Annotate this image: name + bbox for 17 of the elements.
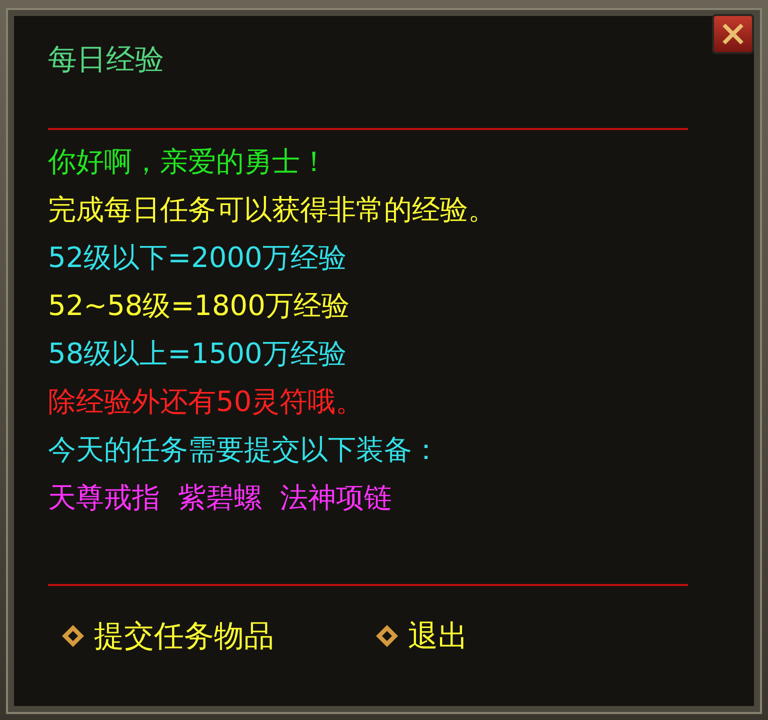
diamond-icon: [374, 623, 400, 649]
message-line: 完成每日任务可以获得非常的经验。: [48, 192, 497, 228]
equipment-name: 紫碧螺: [178, 480, 262, 516]
close-icon: [721, 22, 745, 46]
window-title: 每日经验: [48, 42, 164, 76]
close-button[interactable]: [712, 14, 754, 54]
option-link[interactable]: 退出: [374, 616, 688, 656]
message-line: 你好啊，亲爱的勇士！: [48, 144, 329, 180]
message-line: 52级以下=2000万经验: [48, 240, 348, 276]
diamond-icon: [60, 623, 86, 649]
message-line: 52~58级=1800万经验: [48, 288, 350, 324]
equipment-name: 天尊戒指: [48, 480, 160, 516]
option-link[interactable]: 提交任务物品: [60, 616, 374, 656]
message-line: 今天的任务需要提交以下装备：: [48, 432, 441, 468]
message-line: 58级以上=1500万经验: [48, 336, 348, 372]
message-line: 除经验外还有50灵符哦。: [48, 384, 365, 420]
equipment-name: 法神项链: [280, 480, 392, 516]
